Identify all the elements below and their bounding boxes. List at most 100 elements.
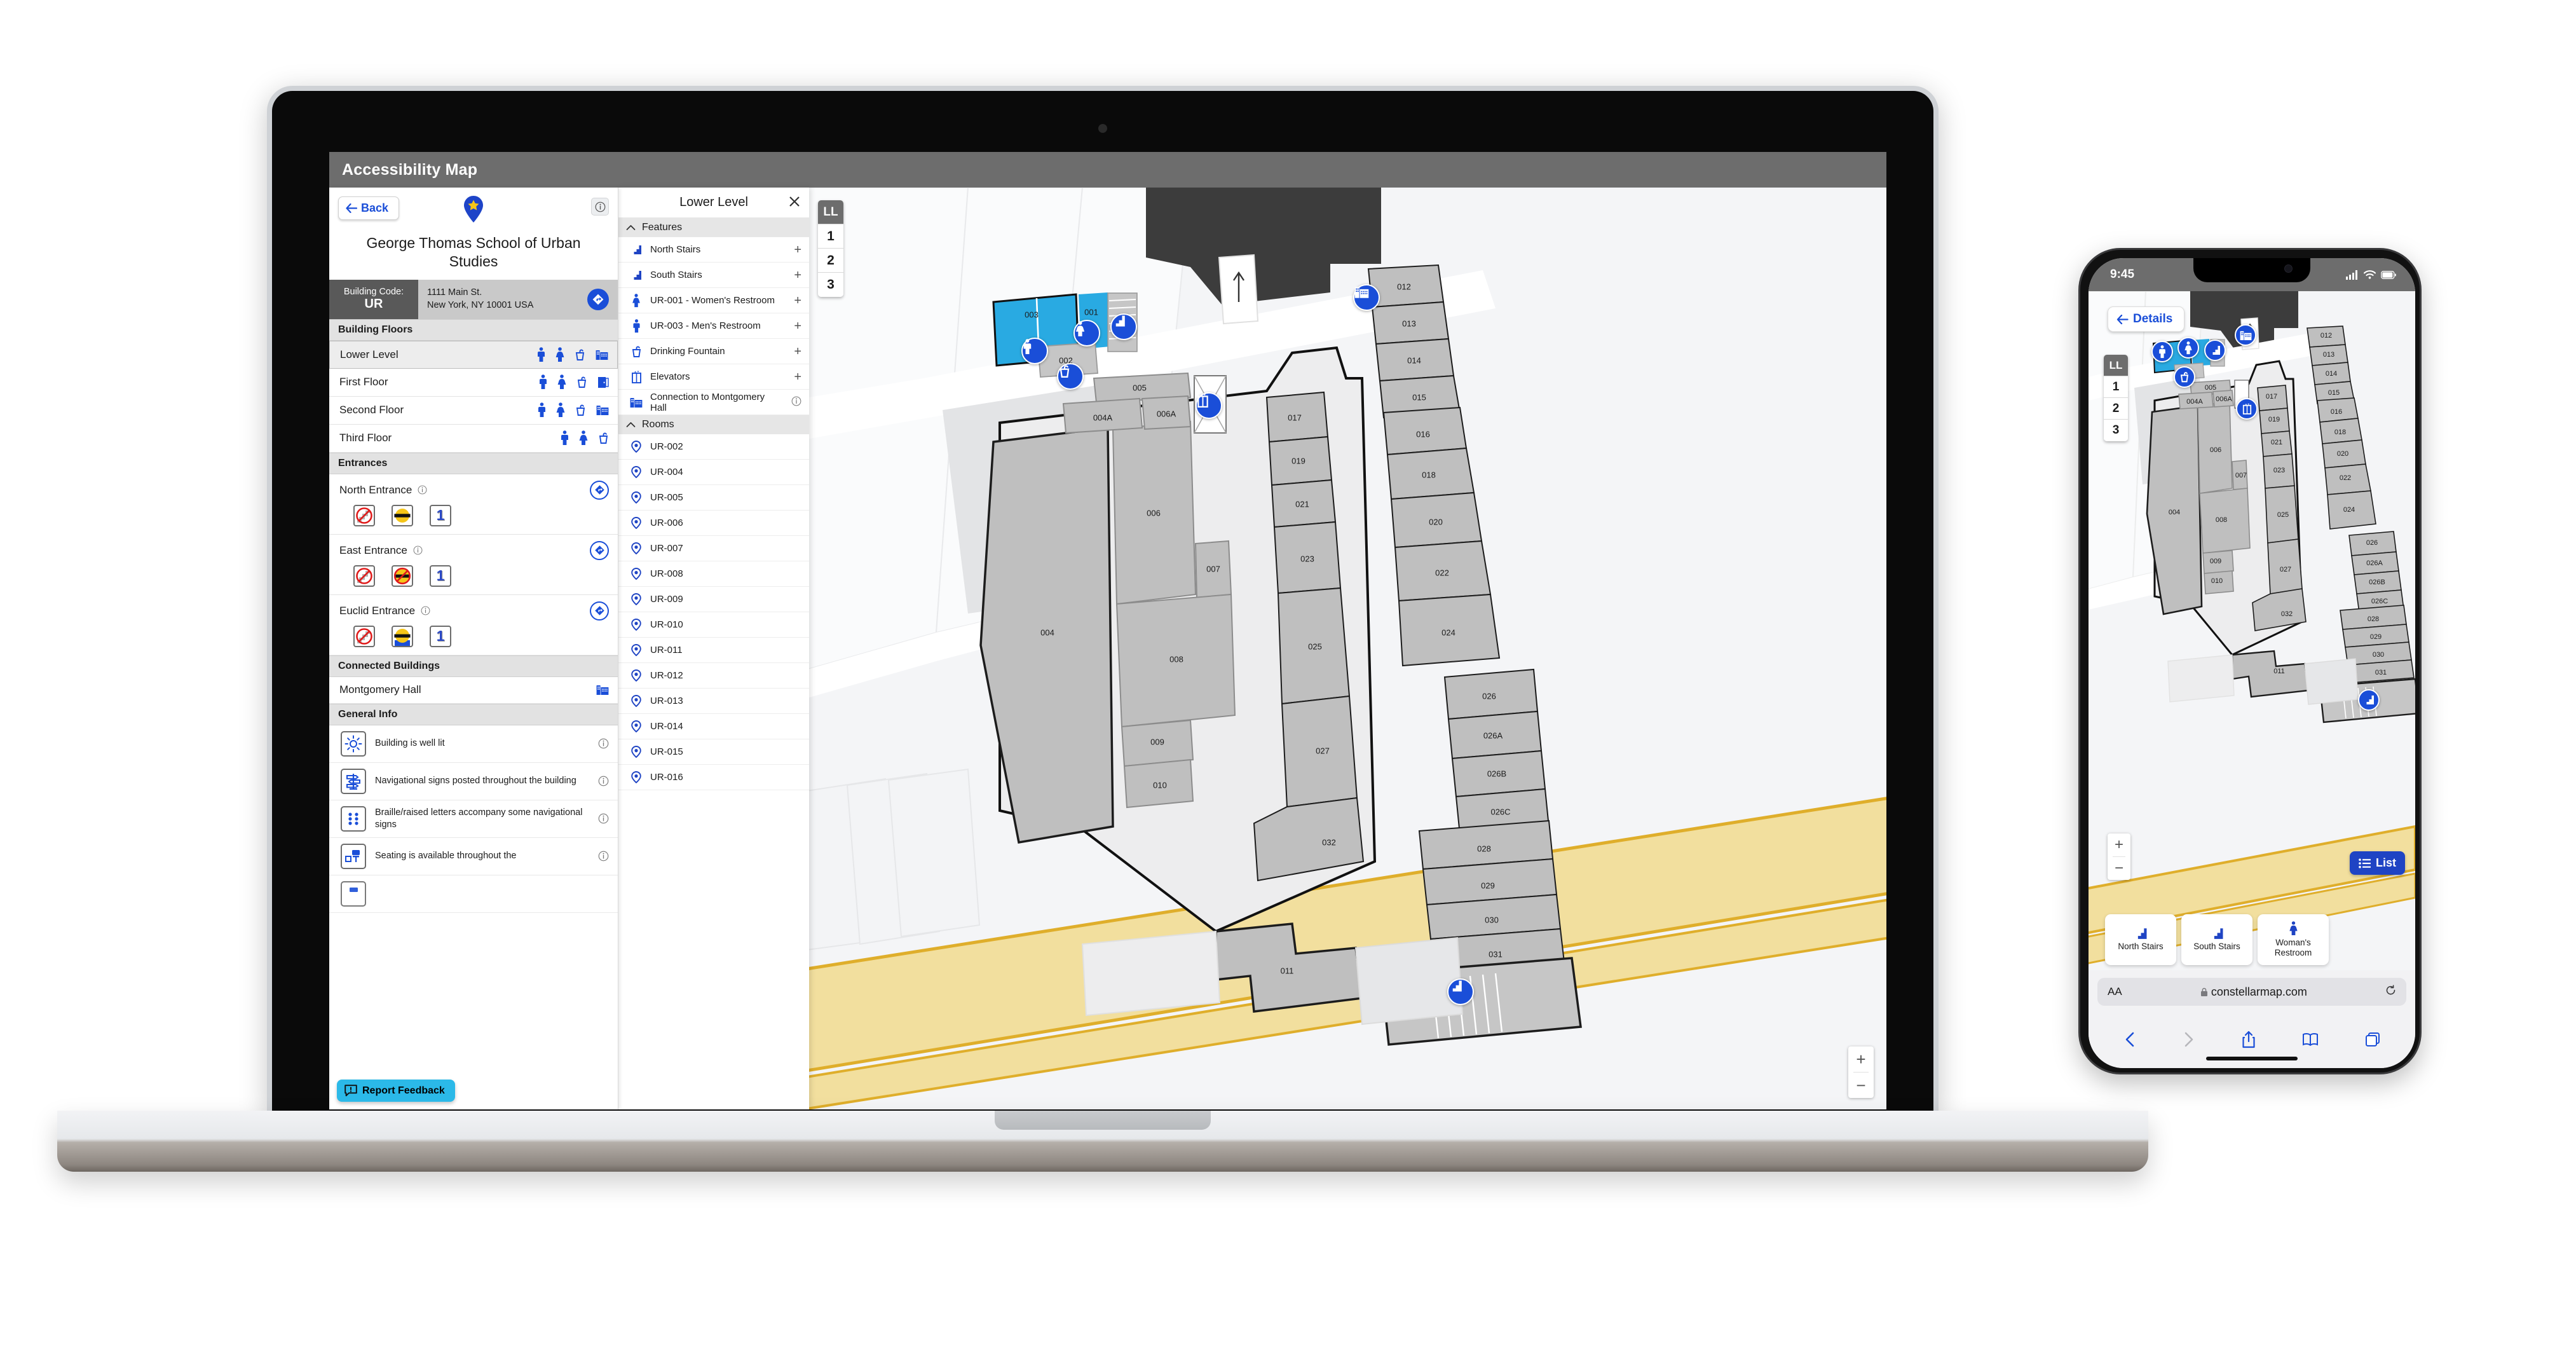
browser-back-button[interactable] (2123, 1031, 2136, 1052)
map-marker-south-stairs[interactable] (1447, 978, 1474, 1005)
feature-row-mens-restroom[interactable]: UR-003 - Men's Restroom + (618, 313, 809, 339)
info-circle-icon[interactable] (598, 776, 609, 786)
floor-selector-1[interactable]: 1 (818, 224, 843, 249)
expand-icon[interactable]: + (794, 243, 801, 256)
map-zoom-out-button[interactable]: − (1848, 1073, 1874, 1098)
text-size-button[interactable]: AA (2108, 985, 2122, 998)
feature-row-south-stairs[interactable]: South Stairs + (618, 263, 809, 288)
phone-floor-selector-ll[interactable]: LL (2104, 355, 2128, 376)
entrance-directions-button[interactable] (590, 540, 609, 560)
phone-floor-selector-3[interactable]: 3 (2104, 420, 2128, 441)
address-row: Building Code: UR 1111 Main St. New York… (329, 279, 618, 319)
info-circle-icon[interactable] (418, 485, 427, 495)
room-row-ur-008[interactable]: UR-008 (618, 561, 809, 587)
floor-selector-3[interactable]: 3 (818, 273, 843, 297)
back-button[interactable]: Back (338, 196, 400, 220)
rooms-section-toggle[interactable]: Rooms (618, 415, 809, 434)
floor-label: Third Floor (339, 432, 392, 444)
room-row-ur-006[interactable]: UR-006 (618, 511, 809, 536)
floor-row-second-floor[interactable]: Second Floor (329, 396, 618, 425)
feature-row-north-stairs[interactable]: North Stairs + (618, 237, 809, 263)
map-zoom-controls[interactable]: + − (1848, 1046, 1874, 1098)
expand-icon[interactable]: + (794, 294, 801, 307)
map-marker-mens-restroom[interactable] (1021, 338, 1048, 364)
phone-card-south-stairs[interactable]: South Stairs (2181, 914, 2252, 965)
browser-forward-button[interactable] (2183, 1031, 2195, 1052)
info-circle-icon[interactable] (598, 851, 609, 861)
phone-map-marker-south-stairs[interactable] (2358, 689, 2380, 711)
feature-row-connection-montgomery[interactable]: Connection to Montgomery Hall (618, 390, 809, 415)
phone-list-button[interactable]: List (2349, 851, 2405, 875)
expand-icon[interactable]: + (794, 371, 801, 383)
floor-selector[interactable]: LL 1 2 3 (818, 200, 843, 297)
room-row-ur-005[interactable]: UR-005 (618, 485, 809, 511)
rooms-label: Rooms (642, 419, 674, 430)
phone-map-marker-north-stairs[interactable] (2204, 339, 2226, 361)
phone-map-marker-elevators[interactable] (2236, 398, 2258, 420)
entrance-directions-button[interactable] (590, 601, 609, 621)
feature-row-elevators[interactable]: Elevators + (618, 364, 809, 390)
phone-url-pill[interactable]: AA constellarmap.com (2097, 978, 2406, 1006)
features-section-toggle[interactable]: Features (618, 218, 809, 237)
expand-icon[interactable]: + (794, 345, 801, 358)
url-text[interactable]: constellarmap.com (2129, 985, 2379, 999)
feature-row-drinking-fountain[interactable]: Drinking Fountain + (618, 339, 809, 364)
info-circle-icon[interactable] (598, 813, 609, 824)
phone-zoom-out-button[interactable]: − (2108, 857, 2130, 880)
floorplan-map[interactable]: LL 1 2 3 003 001 002 005 004A 006A 004 0… (809, 188, 1886, 1109)
expand-icon[interactable]: + (794, 320, 801, 333)
map-marker-drinking-fountain[interactable] (1057, 363, 1084, 390)
room-row-ur-011[interactable]: UR-011 (618, 638, 809, 663)
room-row-ur-015[interactable]: UR-015 (618, 739, 809, 765)
room-row-ur-013[interactable]: UR-013 (618, 689, 809, 714)
phone-floor-selector-1[interactable]: 1 (2104, 376, 2128, 398)
map-marker-connection-montgomery-hall[interactable] (1353, 284, 1380, 311)
floor-row-lower-level[interactable]: Lower Level (329, 340, 618, 369)
floor-selector-2[interactable]: 2 (818, 249, 843, 273)
info-circle-icon[interactable] (598, 738, 609, 749)
phone-map-marker-womens-restroom[interactable] (2177, 337, 2199, 359)
get-directions-button[interactable] (587, 288, 609, 310)
room-row-ur-012[interactable]: UR-012 (618, 663, 809, 689)
feature-row-womens-restroom[interactable]: UR-001 - Women's Restroom + (618, 288, 809, 313)
map-marker-north-stairs[interactable] (1110, 313, 1137, 340)
room-row-ur-004[interactable]: UR-004 (618, 460, 809, 485)
phone-card-north-stairs[interactable]: North Stairs (2105, 914, 2176, 965)
map-marker-elevators[interactable] (1196, 392, 1222, 419)
browser-share-button[interactable] (2242, 1031, 2256, 1052)
phone-map-marker-connection[interactable] (2235, 324, 2256, 346)
report-feedback-button[interactable]: Report Feedback (337, 1080, 455, 1102)
phone-back-to-details-button[interactable]: Details (2108, 306, 2185, 332)
reload-icon[interactable] (2385, 985, 2396, 999)
floor-row-first-floor[interactable]: First Floor (329, 368, 618, 397)
browser-tabs-button[interactable] (2365, 1032, 2380, 1050)
info-circle-icon[interactable] (421, 606, 430, 615)
phone-floor-selector-2[interactable]: 2 (2104, 398, 2128, 420)
close-icon[interactable] (789, 196, 800, 211)
map-marker-womens-restroom[interactable] (1073, 320, 1100, 346)
building-info-button[interactable] (591, 198, 609, 216)
phone-zoom-in-button[interactable]: + (2108, 833, 2130, 856)
phone-card-womans-restroom[interactable]: Woman's Restroom (2258, 914, 2329, 965)
connected-building-row[interactable]: Montgomery Hall (329, 677, 618, 704)
room-row-ur-016[interactable]: UR-016 (618, 765, 809, 790)
phone-floor-selector[interactable]: LL 1 2 3 (2104, 355, 2128, 441)
phone-map-zoom-controls[interactable]: + − (2108, 833, 2130, 880)
room-row-ur-010[interactable]: UR-010 (618, 612, 809, 638)
phone-map-marker-mens-restroom[interactable] (2151, 341, 2173, 362)
browser-bookmarks-button[interactable] (2302, 1032, 2319, 1050)
floor-selector-ll[interactable]: LL (818, 200, 843, 224)
info-circle-icon[interactable] (791, 396, 801, 409)
entrance-directions-button[interactable] (590, 480, 609, 500)
expand-icon[interactable]: + (794, 269, 801, 282)
room-row-ur-014[interactable]: UR-014 (618, 714, 809, 739)
phone-floorplan-map[interactable]: Details LL 1 2 3 004 006 007 008 009 010… (2089, 291, 2415, 970)
map-pin-icon (630, 644, 643, 656)
phone-map-marker-drinking-fountain[interactable] (2174, 366, 2195, 388)
info-circle-icon[interactable] (413, 545, 423, 555)
room-row-ur-007[interactable]: UR-007 (618, 536, 809, 561)
room-row-ur-002[interactable]: UR-002 (618, 434, 809, 460)
room-row-ur-009[interactable]: UR-009 (618, 587, 809, 612)
map-zoom-in-button[interactable]: + (1848, 1046, 1874, 1072)
floor-row-third-floor[interactable]: Third Floor (329, 424, 618, 453)
